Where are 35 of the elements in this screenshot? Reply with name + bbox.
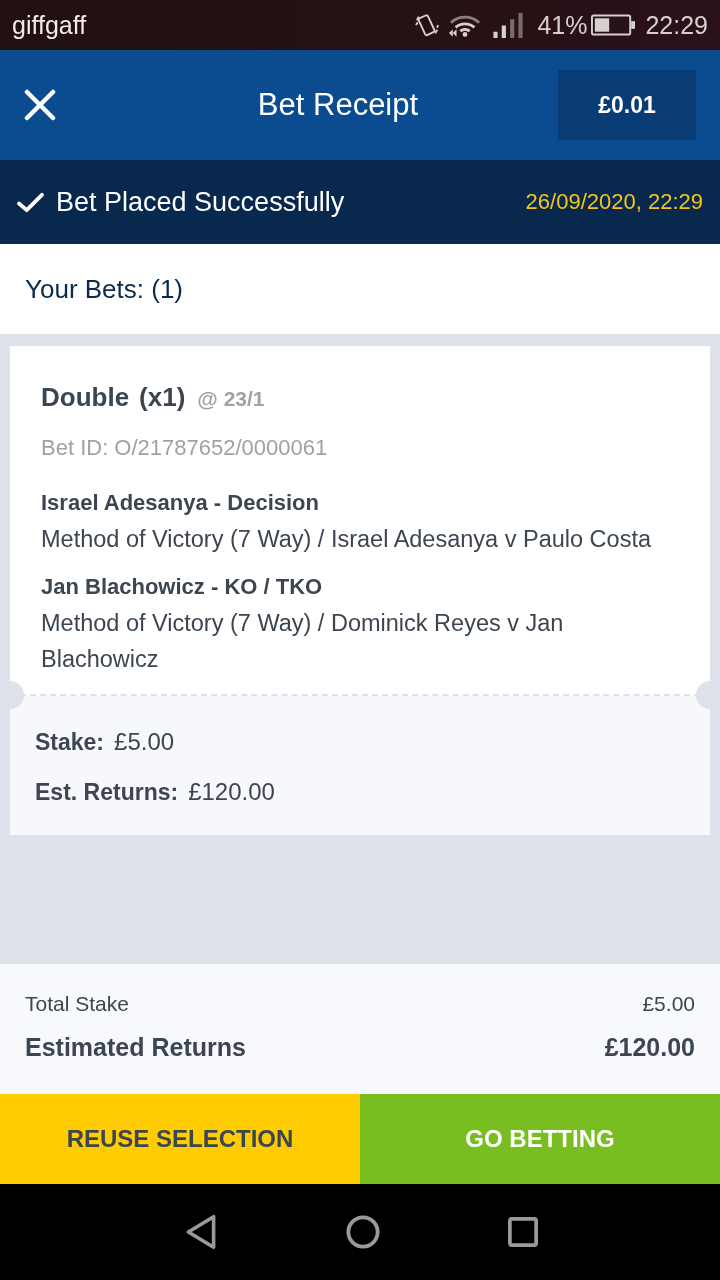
bets-heading: Your Bets: (1) [25, 273, 183, 305]
bet-type: Double [41, 382, 130, 413]
returns-label: Est. Returns: [35, 779, 179, 806]
battery-icon [591, 14, 636, 36]
recents-icon[interactable] [508, 1217, 538, 1247]
summary-label: Total Stake [25, 992, 129, 1016]
check-icon [17, 191, 44, 213]
selection-name: Israel Adesanya - Decision [41, 489, 320, 517]
placed-datetime: 26/09/2020, 22:29 [525, 189, 703, 215]
vibrate-icon [415, 13, 440, 37]
stake-label: Stake: [35, 729, 105, 756]
back-icon[interactable] [184, 1214, 218, 1250]
balance-button[interactable]: £0.01 [558, 70, 696, 140]
bet-multiplier: (x1) [139, 382, 186, 413]
close-icon [24, 89, 56, 121]
success-message: Bet Placed Successfully [56, 186, 345, 218]
carrier-name: giffgaff [12, 10, 87, 40]
signal-icon [493, 12, 524, 38]
summary-value: £5.00 [642, 992, 695, 1016]
close-button[interactable] [22, 87, 58, 123]
selection-name: Jan Blachowicz - KO / TKO [41, 573, 324, 601]
reuse-selection-button[interactable]: REUSE SELECTION [0, 1094, 360, 1184]
wifi-icon [449, 13, 482, 37]
home-icon[interactable] [346, 1214, 380, 1250]
bet-odds: @ 23/1 [197, 387, 265, 411]
summary-label: Estimated Returns [25, 1033, 246, 1062]
page-title: Bet Receipt [256, 87, 420, 123]
battery-percent: 41% [537, 10, 588, 40]
bet-id: Bet ID: O/21787652/0000061 [41, 435, 329, 461]
returns-value: £120.00 [188, 778, 275, 806]
summary-value: £120.00 [604, 1033, 695, 1062]
stake-value: £5.00 [114, 728, 175, 756]
clock: 22:29 [645, 10, 708, 40]
selection-market: Method of Victory (7 Way) / Israel Adesanya v Paulo Costa [41, 525, 652, 554]
selection-market: Method of Victory (7 Way) / Dominick Reyes v Jan Blachowicz [41, 609, 565, 674]
